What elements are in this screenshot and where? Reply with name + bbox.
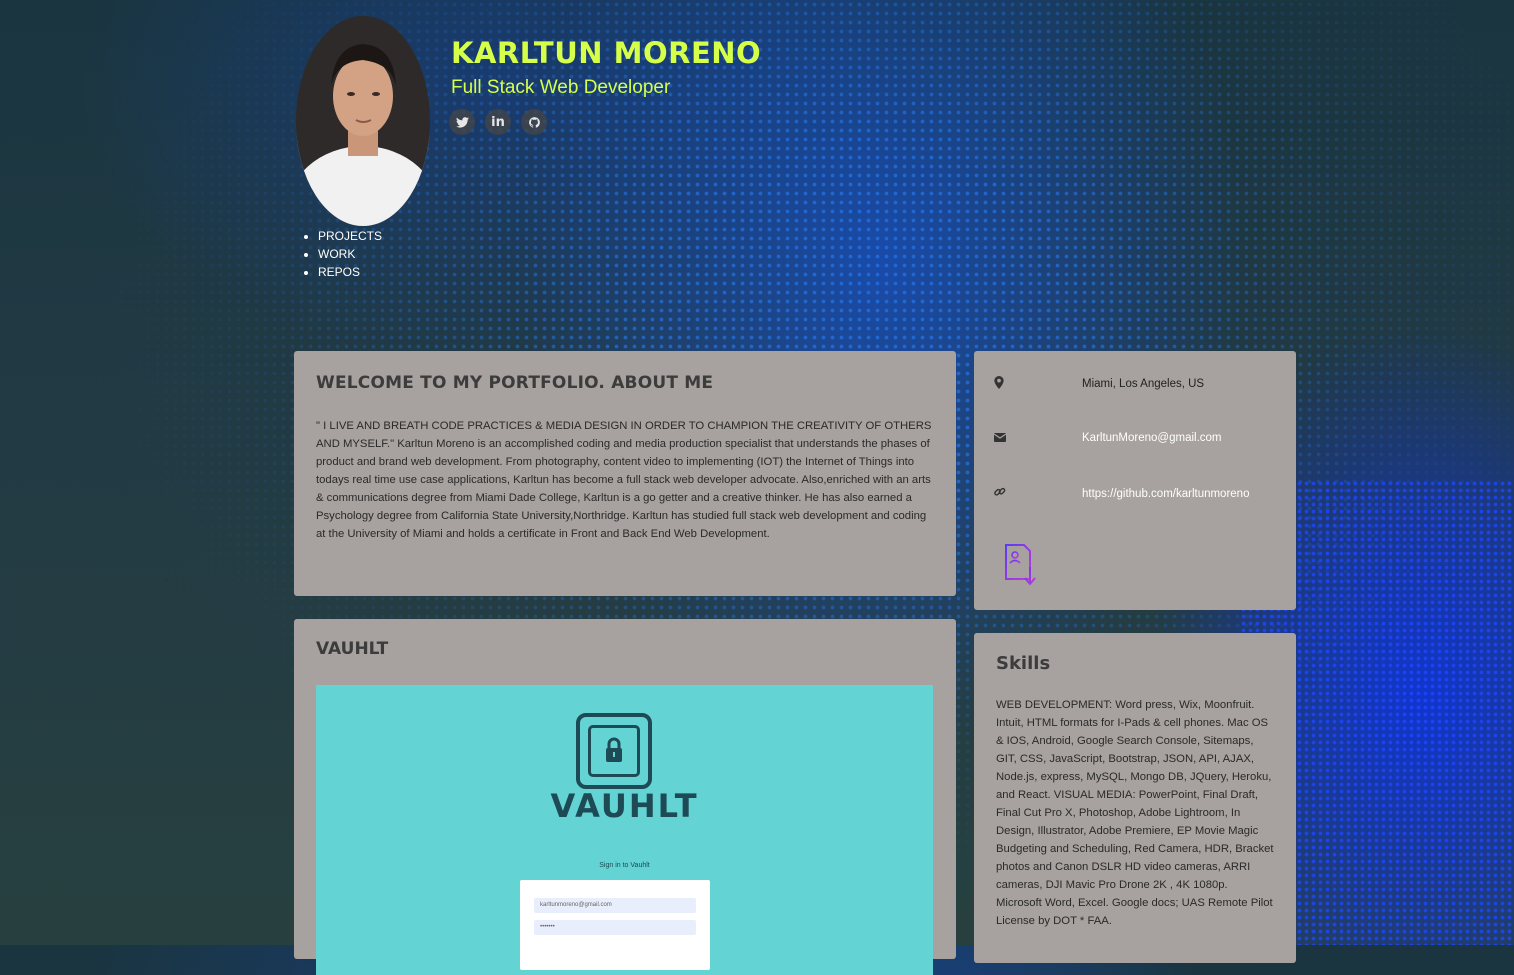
skills-heading: Skills [996,653,1051,674]
social-links: in [449,109,547,135]
password-field: ••••••• [534,920,696,935]
nav-label[interactable]: PROJECTS [318,229,382,243]
contact-location: Miami, Los Angeles, US [1082,378,1205,390]
vauhlt-brand-text: VAUHLT [550,787,699,825]
project-screenshot[interactable]: VAUHLT Sign in to Vauhlt karltunmoreno@g… [316,685,933,975]
nav-item-repos[interactable]: REPOS [318,263,382,281]
nav-item-projects[interactable]: PROJECTS [318,227,382,245]
resume-download-icon[interactable] [1002,543,1040,587]
email-field: karltunmoreno@gmail.com [534,898,696,913]
avatar [296,16,430,226]
skills-body: WEB DEVELOPMENT: Word press, Wix, Moonfr… [996,699,1274,927]
project-card-vauhlt: VAUHLT VAUHLT Sign in to Vauhlt karltunm… [294,619,956,975]
envelope-icon [993,431,1008,445]
nav-item-work[interactable]: WORK [318,245,382,263]
main-nav: PROJECTS WORK REPOS [300,227,382,281]
contact-location-row: Miami, Los Angeles, US [994,376,1284,392]
link-icon [994,486,1008,501]
skills-card: Skills WEB DEVELOPMENT: Word press, Wix,… [974,633,1296,963]
github-icon[interactable] [521,109,547,135]
vault-lock-icon [576,713,652,789]
contact-card: Miami, Los Angeles, US KarltunMoreno@gma… [974,351,1296,610]
nav-label[interactable]: REPOS [318,265,360,279]
signin-form: karltunmoreno@gmail.com ••••••• [520,880,710,970]
contact-github-link[interactable]: https://github.com/karltunmoreno [1082,488,1249,500]
nav-label[interactable]: WORK [318,247,355,261]
twitter-icon[interactable] [449,109,475,135]
map-marker-icon [994,376,1008,392]
about-card: WELCOME TO MY PORTFOLIO. ABOUT ME " I LI… [294,351,956,596]
linkedin-glyph: in [491,114,505,130]
linkedin-icon[interactable]: in [485,109,511,135]
contact-github-row: https://github.com/karltunmoreno [994,486,1284,501]
signin-label: Sign in to Vauhlt [599,862,650,869]
about-heading: WELCOME TO MY PORTFOLIO. ABOUT ME [316,373,714,393]
subtitle-role: Full Stack Web Developer [451,77,671,98]
contact-email-row: KarltunMoreno@gmail.com [993,431,1284,445]
about-body: " I LIVE AND BREATH CODE PRACTICES & MED… [316,420,932,540]
page-title: KARLTUN MORENO [451,36,762,70]
contact-email-link[interactable]: KarltunMoreno@gmail.com [1082,432,1222,444]
project-title: VAUHLT [316,639,389,659]
